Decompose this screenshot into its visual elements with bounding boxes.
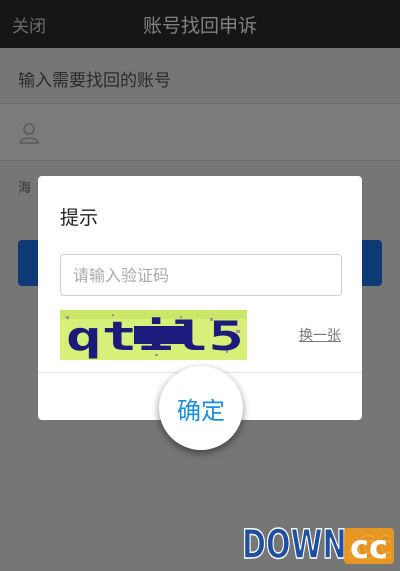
captcha-text: qtil5 [66, 314, 244, 360]
refresh-captcha-link[interactable]: 换一张 [299, 325, 341, 345]
confirm-button[interactable]: 确定 [159, 366, 243, 450]
svg-text:cc: cc [350, 528, 388, 566]
dialog-title: 提示 [60, 207, 99, 229]
confirm-label: 确定 [177, 397, 225, 425]
captcha-image[interactable]: qtil5 [60, 310, 247, 360]
captcha-input[interactable] [60, 254, 342, 296]
watermark-logo: DOWN.cc cc [241, 521, 394, 566]
captcha-dialog: 提示 qtil5 换一张 确定 [38, 176, 362, 450]
